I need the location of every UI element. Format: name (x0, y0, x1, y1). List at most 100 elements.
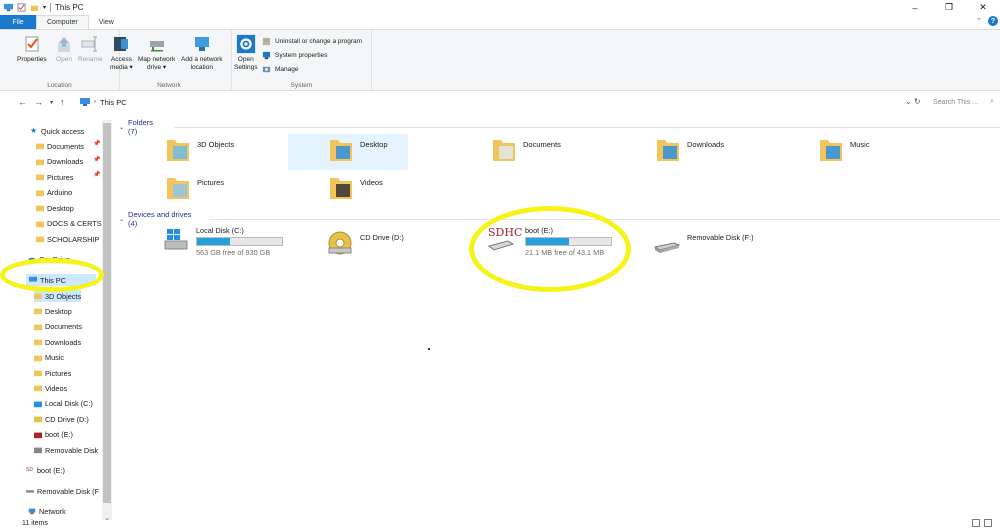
tab-file[interactable]: File (0, 15, 36, 29)
nav-pc-item[interactable]: Desktop (34, 305, 72, 317)
nav-pc-item[interactable]: Pictures (34, 367, 71, 379)
nav-quick-item[interactable]: Arduino (36, 187, 72, 199)
qa-dropdown-icon[interactable]: ▾ (43, 4, 46, 11)
large-icons-view-icon[interactable] (984, 519, 992, 527)
ribbon-right-controls: ⌃ ? (976, 16, 998, 26)
nav-quick-item[interactable]: Pictures (36, 171, 73, 183)
folder-item[interactable]: 3D Objects (165, 134, 275, 170)
nav-boot-label: boot (E:) (37, 465, 65, 475)
folder-icon (657, 140, 679, 161)
collapse-chevron-icon[interactable]: ⌄ (119, 216, 124, 223)
folder-item[interactable]: Desktop (288, 134, 408, 170)
drive-local-disk-c[interactable]: Local Disk (C:) 563 GB free of 930 GB (163, 226, 283, 257)
open-button[interactable]: Open (54, 34, 74, 64)
nav-quick-access[interactable]: ★ Quick access (30, 125, 84, 137)
rename-button[interactable]: Rename (78, 34, 103, 64)
search-icon[interactable]: ⌕ (990, 98, 994, 106)
search-box[interactable]: Search This ... ⌕ (933, 95, 997, 109)
properties-button[interactable]: Properties (17, 34, 47, 64)
folder-item[interactable]: Videos (328, 172, 438, 208)
drive-icon (34, 416, 42, 423)
access-media-label-1: Access (110, 56, 132, 63)
address-chevron-icon[interactable]: › (94, 99, 96, 105)
drive-c-usage-bar (196, 237, 283, 246)
details-view-icon[interactable] (972, 519, 980, 527)
nav-removable-disk[interactable]: Removable Disk (F (26, 485, 99, 497)
collapse-ribbon-icon[interactable]: ⌃ (976, 17, 982, 25)
cd-drive-icon (328, 231, 352, 255)
nav-quick-item[interactable]: Documents (36, 140, 84, 152)
up-arrow-icon[interactable]: ↑ (60, 97, 65, 107)
open-settings-label-2: Settings (234, 64, 258, 71)
nav-quick-item[interactable]: Downloads (36, 156, 83, 168)
nav-pc-item[interactable]: boot (E:) (34, 429, 73, 441)
folder-icon (34, 355, 42, 361)
nav-pc-item[interactable]: Downloads (34, 336, 81, 348)
folder-label: Music (850, 140, 870, 149)
folder-item[interactable]: Documents (491, 134, 601, 170)
nav-scrollbar[interactable]: ⌄ (102, 120, 112, 522)
access-media-icon (114, 37, 129, 51)
pin-icon[interactable]: 📌 (93, 140, 100, 147)
nav-scroll-thumb[interactable] (103, 123, 111, 503)
nav-pc-item-label: Pictures (45, 368, 72, 378)
folder-icon (34, 293, 42, 300)
drive-cd-d[interactable]: CD Drive (D:) (327, 230, 404, 256)
ribbon-group-network: Access media ▾ Map network drive ▾ Add a… (107, 30, 232, 91)
nav-pc-item[interactable]: Local Disk (C:) (34, 398, 93, 410)
pin-icon[interactable]: 📌 (93, 156, 100, 163)
folder-item[interactable]: Pictures (165, 172, 275, 208)
nav-buttons: ← → ▾ ↑ (0, 97, 65, 107)
folder-icon (330, 140, 352, 161)
quick-access-toolbar: ▾ (0, 3, 46, 12)
new-folder-qa-icon[interactable] (30, 3, 39, 12)
folder-item[interactable]: Downloads (655, 134, 765, 170)
address-dropdown-icon[interactable]: ⌄ ↻ (905, 97, 921, 106)
pin-icon[interactable]: 📌 (93, 171, 100, 178)
address-row: ← → ▾ ↑ › This PC ⌄ ↻ Search This ... ⌕ (0, 94, 1000, 110)
nav-pc-item[interactable]: Music (34, 352, 64, 364)
folder-item[interactable]: Music (818, 134, 928, 170)
map-network-drive-button[interactable]: Map network drive ▾ (138, 34, 175, 72)
open-settings-button[interactable]: Open Settings (234, 34, 258, 72)
nav-quick-item[interactable]: SCHOLARSHIP (36, 233, 99, 245)
address-path[interactable]: This PC (100, 98, 127, 107)
system-group-label: System (290, 82, 313, 89)
add-network-location-button[interactable]: Add a network location (181, 34, 223, 72)
drive-removable-f[interactable]: Removable Disk (F:) (654, 231, 754, 257)
address-bar[interactable]: › This PC (80, 94, 127, 110)
collapse-chevron-icon[interactable]: ⌄ (119, 124, 124, 131)
properties-qa-icon[interactable] (17, 3, 26, 12)
nav-pc-item[interactable]: Documents (34, 321, 82, 333)
open-settings-label-1: Open (237, 56, 254, 63)
nav-quick-item-label: Pictures (47, 172, 74, 182)
rename-icon (81, 36, 98, 52)
nav-pc-item-label: 3D Objects (45, 291, 82, 301)
nav-pc-item[interactable]: Removable Disk (34, 444, 98, 456)
nav-quick-item[interactable]: DOCS & CERTS (36, 218, 102, 230)
minimize-button[interactable]: – (898, 0, 932, 15)
nav-pc-item-label: Downloads (45, 337, 82, 347)
system-properties-button[interactable]: System properties (262, 51, 327, 60)
nav-pc-item[interactable]: CD Drive (D:) (34, 413, 89, 425)
back-arrow-icon[interactable]: ← (18, 97, 27, 107)
access-media-button[interactable]: Access media ▾ (110, 34, 133, 72)
tab-computer[interactable]: Computer (36, 15, 89, 29)
map-network-label-1: Map network (138, 56, 176, 63)
forward-arrow-icon[interactable]: → (34, 97, 43, 107)
ribbon: Properties Open Rename Location Access m… (0, 29, 1000, 91)
help-icon[interactable]: ? (988, 16, 998, 26)
nav-pc-item[interactable]: Videos (34, 382, 67, 394)
close-button[interactable]: ✕ (966, 0, 1000, 15)
folder-icon (34, 308, 42, 315)
nav-boot-drive[interactable]: SD boot (E:) (26, 464, 65, 476)
nav-quick-item[interactable]: Desktop (36, 202, 74, 214)
uninstall-program-button[interactable]: Uninstall or change a program (262, 37, 362, 46)
manage-button[interactable]: Manage (262, 65, 299, 74)
window-controls: – ❐ ✕ (898, 0, 1000, 15)
title-bar: ▾ This PC – ❐ ✕ (0, 0, 1000, 15)
recent-locations-icon[interactable]: ▾ (50, 99, 53, 106)
tab-view[interactable]: View (89, 15, 124, 29)
maximize-button[interactable]: ❐ (932, 0, 966, 15)
folder-label: Documents (523, 140, 561, 149)
